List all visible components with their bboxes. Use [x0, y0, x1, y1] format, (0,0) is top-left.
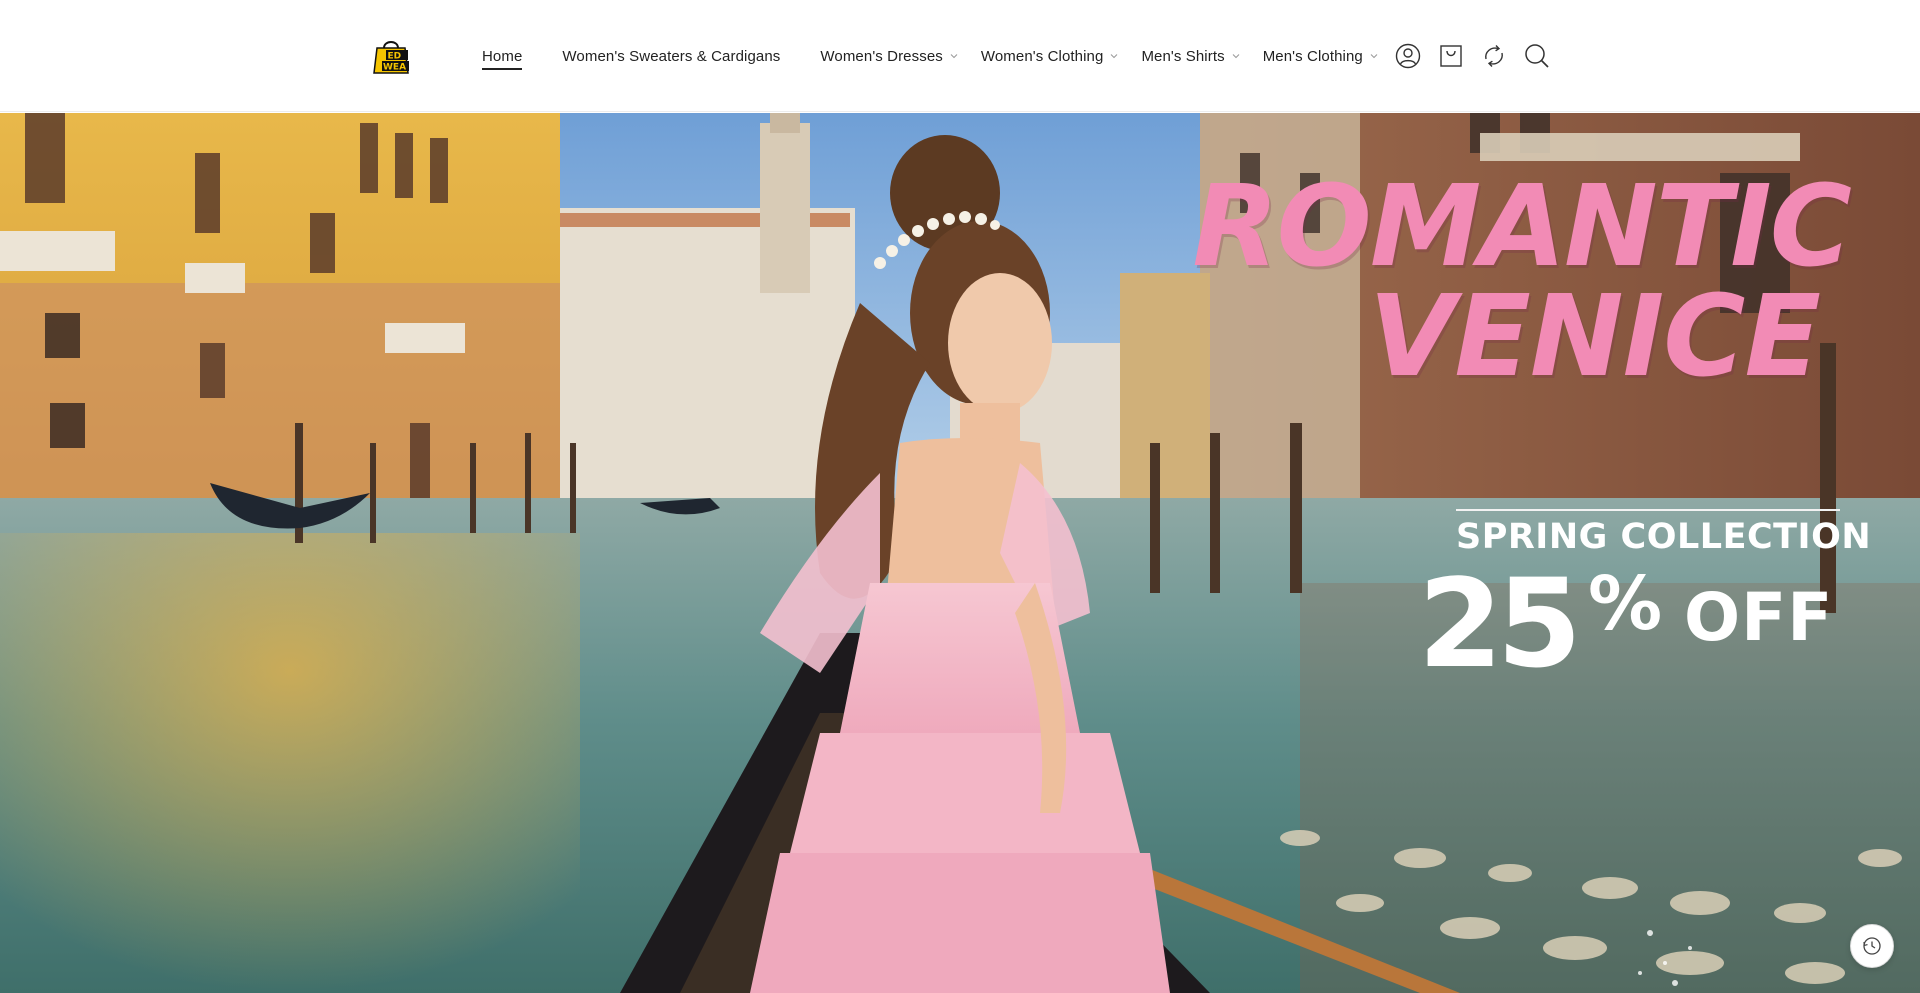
nav-label: Men's Clothing — [1262, 47, 1363, 65]
offer-number: 25 — [1418, 553, 1582, 695]
logo-text-line1: ED — [388, 52, 402, 62]
nav-label: Women's Dresses — [820, 47, 943, 65]
chevron-down-icon — [949, 51, 959, 61]
brand-logo[interactable]: ED WEA — [370, 36, 412, 74]
offer-percent: % — [1588, 561, 1663, 647]
main-nav: Home Women's Sweaters & Cardigans Women'… — [482, 0, 1379, 112]
nav-label: Women's Sweaters & Cardigans — [562, 47, 781, 65]
nav-item-womens-dresses[interactable]: Women's Dresses — [820, 0, 958, 112]
nav-item-mens-clothing[interactable]: Men's Clothing — [1263, 0, 1379, 112]
chevron-down-icon — [1369, 51, 1379, 61]
account-icon[interactable] — [1394, 42, 1422, 70]
offer-suffix: OFF — [1684, 579, 1834, 656]
cart-icon[interactable] — [1437, 42, 1465, 70]
hero-offer: 25 % OFF — [1410, 553, 1842, 695]
header-icons — [1394, 42, 1551, 70]
nav-item-mens-shirts[interactable]: Men's Shirts — [1141, 0, 1240, 112]
history-button[interactable] — [1850, 924, 1894, 968]
nav-item-home[interactable]: Home — [482, 0, 523, 112]
logo-text-line2: WEA — [383, 63, 406, 73]
hero-divider — [1456, 509, 1840, 511]
hero-title: ROMANTIC VENICE — [1170, 162, 1852, 402]
hero-subtitle: SPRING COLLECTION — [1456, 517, 1872, 557]
nav-label: Women's Clothing — [980, 47, 1104, 65]
hero-title-line1: ROMANTIC — [1192, 162, 1852, 292]
chevron-down-icon — [1231, 51, 1241, 61]
nav-item-womens-clothing[interactable]: Women's Clothing — [981, 0, 1120, 112]
history-clock-icon — [1863, 937, 1881, 955]
nav-label: Men's Shirts — [1141, 47, 1225, 65]
search-icon[interactable] — [1523, 42, 1551, 70]
site-header: ED WEA Home Women's Sweaters & Cardigans… — [0, 0, 1920, 112]
nav-item-womens-sweaters-cardigans[interactable]: Women's Sweaters & Cardigans — [562, 0, 780, 112]
hero-banner[interactable]: ROMANTIC VENICE SPRING COLLECTION 25 % O… — [0, 113, 1920, 993]
chevron-down-icon — [1109, 51, 1119, 61]
hero-title-line2: VENICE — [1368, 271, 1821, 402]
shopping-bag-logo-icon: ED WEA — [373, 41, 409, 74]
refresh-icon[interactable] — [1480, 42, 1508, 70]
nav-label: Home — [482, 48, 523, 70]
